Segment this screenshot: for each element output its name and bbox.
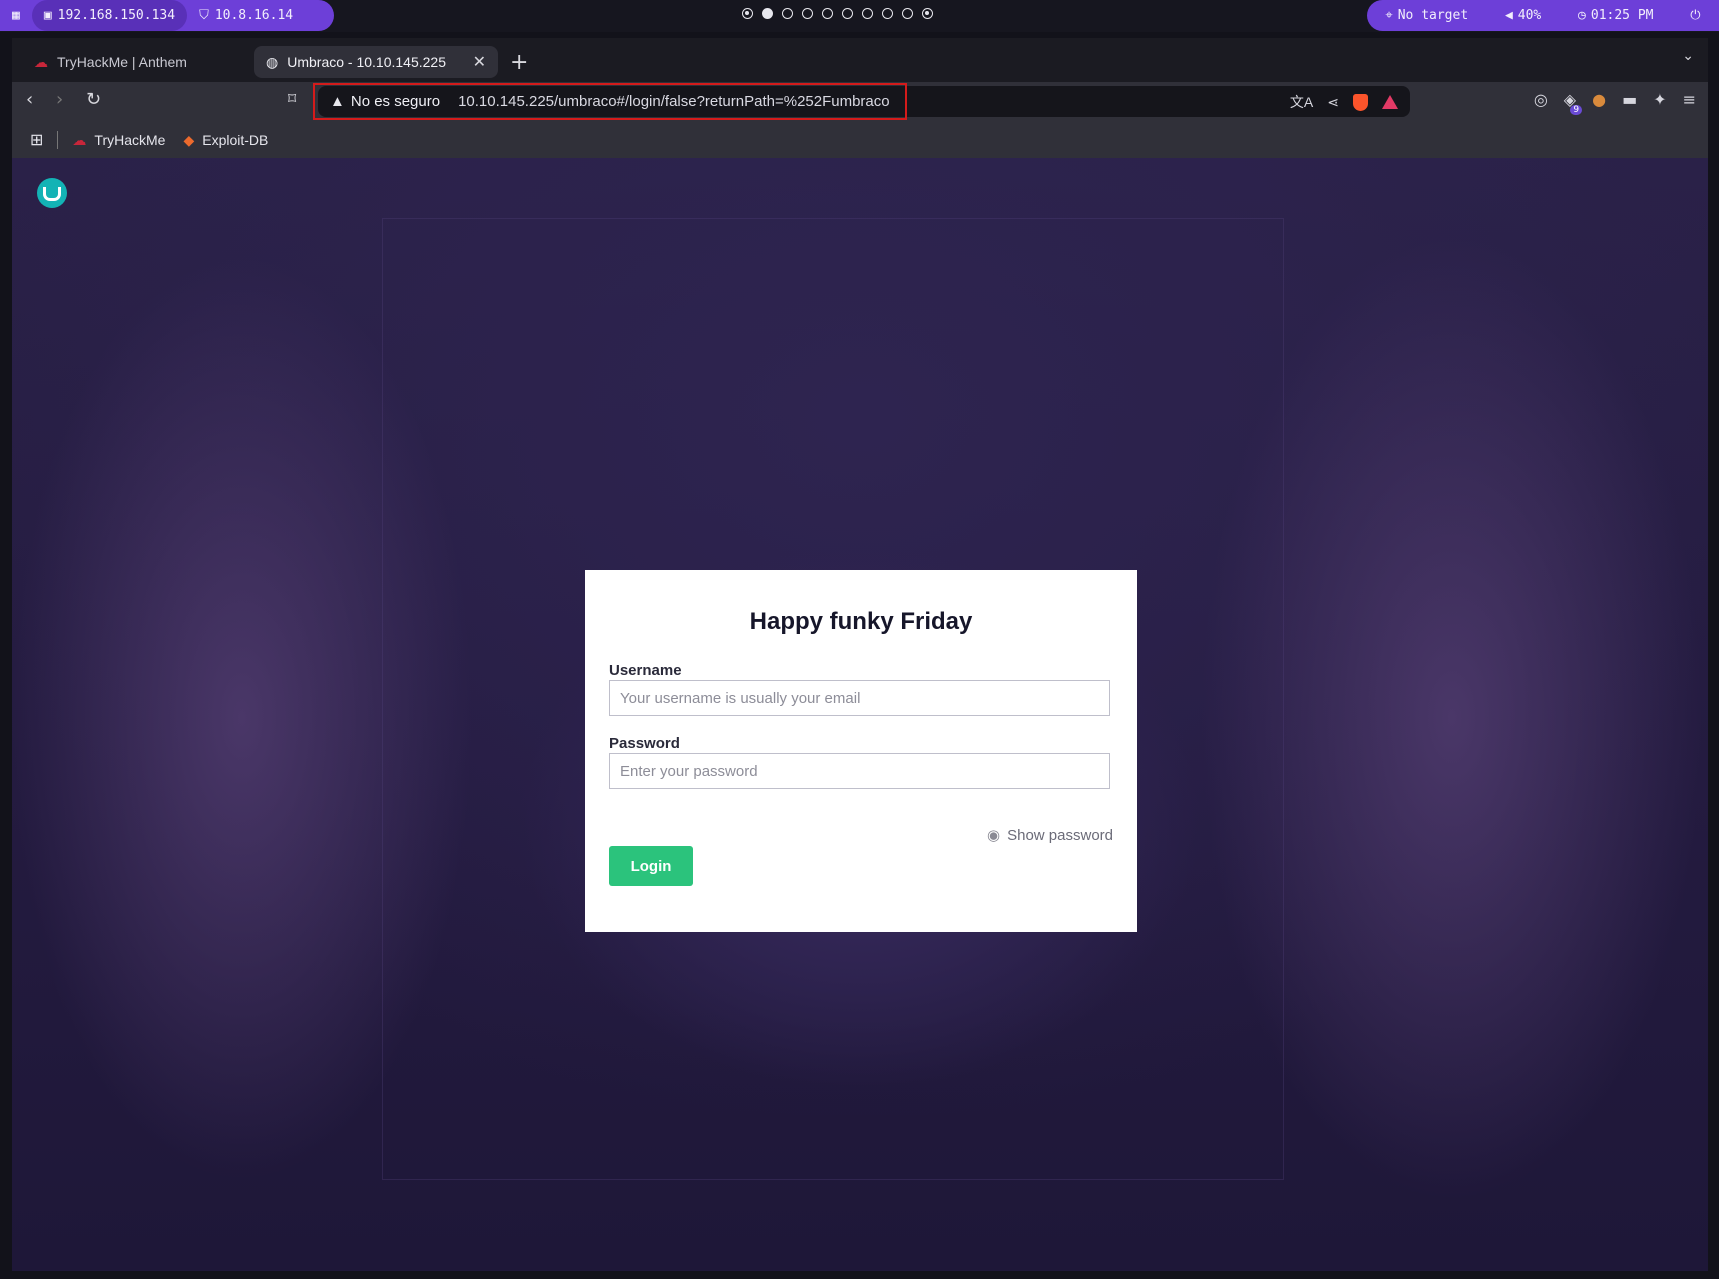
workspace-dot[interactable] — [802, 8, 813, 19]
workspace-dot[interactable] — [742, 8, 753, 19]
puzzle-icon[interactable]: ✦ — [1653, 90, 1666, 109]
bookmark-separator — [57, 131, 59, 149]
umbraco-login-page: Happy funky Friday Username Password ◉ S… — [12, 158, 1708, 1271]
workspace-dot[interactable] — [782, 8, 793, 19]
reload-icon[interactable]: ↻ — [86, 89, 101, 110]
menu-icon[interactable]: ≡ — [1683, 90, 1696, 109]
status-pill: ⌖ No target ◀ 40% ◷ 01:25 PM ⏻ — [1367, 0, 1719, 31]
workspace-switcher[interactable] — [742, 8, 933, 19]
shield-icon: ⛉ — [199, 8, 209, 23]
password-input[interactable] — [609, 753, 1110, 789]
eye-icon: ◉ — [987, 827, 1001, 844]
ip-primary: ▣ 192.168.150.134 — [31, 0, 188, 31]
username-label: Username — [609, 662, 682, 679]
umbraco-logo-icon — [37, 178, 67, 208]
speaker-icon: ◀ — [1504, 8, 1513, 23]
workspace-dot[interactable] — [882, 8, 893, 19]
tab-umbraco[interactable]: ◍ Umbraco - 10.10.145.225 ✕ — [254, 46, 498, 78]
volume-status[interactable]: ◀ 40% — [1497, 8, 1549, 23]
network-status-pill: ▦ ▣ 192.168.150.134 ⛉ 10.8.16.14 — [0, 0, 334, 31]
tryhackme-icon: ☁ — [34, 53, 48, 70]
chevron-down-icon[interactable]: ⌄ — [1682, 48, 1694, 64]
new-tab-button[interactable]: + — [510, 50, 528, 75]
apps-grid-icon[interactable]: ⊞ — [30, 130, 43, 150]
url-highlight-box — [313, 83, 907, 120]
extensions-area: ◎ ◈ 9 ● ▬ ✦ ≡ — [1534, 90, 1696, 115]
umbraco-logo-mark — [43, 186, 61, 201]
login-button[interactable]: Login — [609, 846, 693, 886]
cookie-icon[interactable]: ● — [1592, 90, 1606, 109]
monitor-icon: ▣ — [43, 8, 52, 23]
username-input[interactable] — [609, 680, 1110, 716]
login-card: Happy funky Friday Username Password ◉ S… — [585, 570, 1137, 932]
brave-shields-icon[interactable] — [1353, 93, 1368, 111]
crosshair-icon: ⌖ — [1385, 8, 1393, 23]
grid-icon[interactable]: ▦ — [0, 0, 32, 31]
forward-icon[interactable]: › — [56, 89, 63, 110]
bookmark-exploit-db[interactable]: ◆ Exploit-DB — [183, 132, 268, 149]
exploit-db-icon: ◆ — [183, 131, 195, 148]
password-label: Password — [609, 735, 680, 752]
workspace-dot[interactable] — [762, 8, 773, 19]
browser-window: ☁ TryHackMe | Anthem ◍ Umbraco - 10.10.1… — [12, 38, 1708, 1271]
tryhackme-icon: ☁ — [72, 131, 87, 148]
badge-count: 9 — [1570, 105, 1583, 115]
clock-icon: ◷ — [1578, 8, 1586, 23]
cookie-extension-icon[interactable]: ◎ — [1534, 90, 1548, 109]
show-password-toggle[interactable]: ◉ Show password — [987, 826, 1113, 845]
hat-icon[interactable]: ▬ — [1622, 90, 1637, 109]
brave-rewards-icon[interactable] — [1382, 95, 1398, 109]
bookmark-icon[interactable]: ⌑ — [288, 89, 296, 108]
share-icon[interactable]: ⋖ — [1327, 94, 1339, 111]
workspace-dot[interactable] — [822, 8, 833, 19]
workspace-dot[interactable] — [902, 8, 913, 19]
workspace-dot[interactable] — [862, 8, 873, 19]
address-bar-actions: 文A ⋖ — [1290, 92, 1398, 112]
tab-tryhackme[interactable]: ☁ TryHackMe | Anthem — [22, 46, 252, 78]
ip-vpn: ⛉ 10.8.16.14 — [199, 8, 294, 23]
bookmark-tryhackme[interactable]: ☁ TryHackMe — [72, 132, 165, 149]
target-status[interactable]: ⌖ No target — [1377, 8, 1476, 23]
address-bar[interactable]: ▲ No es seguro 10.10.145.225/umbraco#/lo… — [313, 83, 1410, 120]
close-tab-icon[interactable]: ✕ — [473, 52, 486, 72]
workspace-dot[interactable] — [922, 8, 933, 19]
system-top-bar: ▦ ▣ 192.168.150.134 ⛉ 10.8.16.14 ⌖ No ta… — [0, 0, 1719, 32]
back-icon[interactable]: ‹ — [26, 89, 33, 110]
clock: ◷ 01:25 PM — [1578, 8, 1654, 23]
workspace-dot[interactable] — [842, 8, 853, 19]
extension-badge-icon[interactable]: ◈ 9 — [1564, 90, 1583, 115]
tab-strip: ☁ TryHackMe | Anthem ◍ Umbraco - 10.10.1… — [12, 38, 1708, 82]
translate-icon[interactable]: 文A — [1290, 92, 1313, 112]
globe-icon: ◍ — [266, 53, 279, 70]
bookmarks-bar: ⊞ ☁ TryHackMe ◆ Exploit-DB — [12, 122, 1708, 158]
power-icon[interactable]: ⏻ — [1682, 8, 1708, 23]
browser-toolbar: ‹ › ↻ ⌑ ▲ No es seguro 10.10.145.225/umb… — [12, 82, 1708, 122]
login-title: Happy funky Friday — [749, 608, 973, 635]
